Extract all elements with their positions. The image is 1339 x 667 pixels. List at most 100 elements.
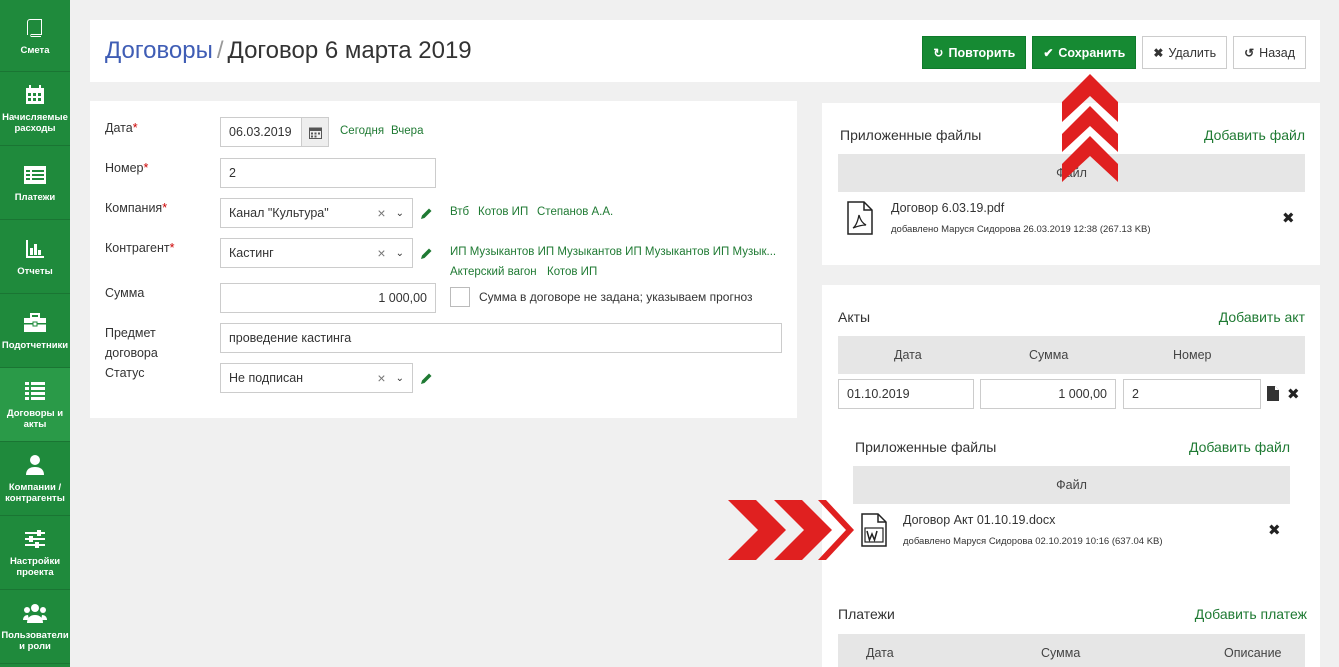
counterparty-quick-kotov[interactable]: Котов ИП — [547, 266, 597, 278]
file-row: Договор 6.03.19.pdf добавлено Маруся Сид… — [838, 193, 1305, 253]
repeat-button-label: Повторить — [948, 45, 1016, 60]
date-label: Дата* — [105, 121, 138, 135]
clear-icon[interactable]: × — [377, 370, 385, 386]
add-act-file-button[interactable]: Добавить файл — [1189, 439, 1290, 455]
acts-amount-column: Сумма — [1029, 348, 1069, 362]
list-table-icon — [23, 163, 47, 187]
file-icon[interactable] — [1267, 386, 1279, 404]
refresh-icon: ↻ — [933, 45, 944, 60]
subject-input[interactable]: проведение кастинга — [220, 323, 782, 353]
attached-files-title: Приложенные файлы — [840, 127, 982, 143]
file-meta: добавлено Маруся Сидорова 26.03.2019 12:… — [891, 224, 1151, 235]
sidebar-item-accrued-expenses[interactable]: Начисляемые расходы — [0, 72, 70, 146]
number-input[interactable]: 2 — [220, 158, 436, 188]
company-quick-kotov[interactable]: Котов ИП — [478, 206, 528, 218]
save-button[interactable]: ✔ Сохранить — [1032, 36, 1137, 69]
act-files-title: Приложенные файлы — [855, 439, 997, 455]
yesterday-link[interactable]: Вчера — [391, 125, 423, 137]
calendar-icon — [23, 83, 47, 107]
clear-icon[interactable]: × — [377, 245, 385, 261]
chevron-down-icon: ⌄ — [395, 372, 404, 384]
chevron-down-icon: ⌄ — [395, 247, 404, 259]
sidebar: Смета Начисляемые расходы Платежи Отчеты… — [0, 0, 70, 667]
page-title: Договоры / Договор 6 марта 2019 — [105, 37, 472, 65]
act-file-name[interactable]: Договор Акт 01.10.19.docx — [903, 513, 1055, 527]
delete-button-label: Удалить — [1168, 45, 1217, 60]
act-file-row: Договор Акт 01.10.19.docx добавлено Мару… — [853, 505, 1290, 565]
page-title-text: Договор 6 марта 2019 — [227, 37, 472, 64]
today-link[interactable]: Сегодня — [340, 125, 384, 137]
amount-input[interactable]: 1 000,00 — [220, 283, 436, 313]
pdf-file-icon[interactable] — [846, 201, 874, 238]
sidebar-item-reports[interactable]: Отчеты — [0, 220, 70, 294]
check-icon: ✔ — [1043, 45, 1054, 60]
sidebar-item-contracts[interactable]: Договоры и акты — [0, 368, 70, 442]
contract-form: Дата* 06.03.2019 Сегодня Вчера Номер* 2 … — [90, 101, 797, 418]
calendar-button[interactable] — [301, 117, 329, 147]
up-arrow-annotation — [1060, 72, 1120, 187]
forecast-checkbox[interactable] — [450, 287, 470, 307]
company-label: Компания* — [105, 201, 168, 215]
sidebar-item-label: Настройки проекта — [9, 556, 61, 578]
edit-company-icon[interactable] — [418, 205, 434, 221]
edit-counterparty-icon[interactable] — [418, 245, 434, 261]
acts-panel: Акты Добавить акт Дата Сумма Номер 01.10… — [822, 285, 1320, 585]
right-arrow-annotation — [726, 498, 856, 565]
sidebar-item-label: Компании / контрагенты — [5, 482, 65, 504]
counterparty-label: Контрагент* — [105, 241, 175, 255]
delete-act-icon[interactable]: ✖ — [1287, 385, 1300, 403]
repeat-button[interactable]: ↻ Повторить — [922, 36, 1027, 69]
sidebar-item-project-settings[interactable]: Настройки проекта — [0, 516, 70, 590]
delete-act-file-icon[interactable]: ✖ — [1268, 521, 1281, 539]
date-input[interactable]: 06.03.2019 — [220, 117, 304, 147]
calendar-icon — [308, 127, 322, 139]
status-select[interactable]: Не подписан × ⌄ — [220, 363, 413, 393]
word-file-icon[interactable] — [860, 513, 888, 550]
sidebar-item-label: Договоры и акты — [6, 408, 64, 430]
act-date-input[interactable]: 01.10.2019 — [838, 379, 974, 409]
users-group-icon — [23, 601, 47, 625]
act-file-meta: добавлено Маруся Сидорова 02.10.2019 10:… — [903, 536, 1163, 547]
breadcrumb-contracts[interactable]: Договоры — [105, 37, 213, 64]
list-icon — [23, 379, 47, 403]
book-icon — [23, 16, 47, 40]
add-file-button[interactable]: Добавить файл — [1204, 127, 1305, 143]
forecast-checkbox-label: Сумма в договоре не задана; указываем пр… — [479, 290, 753, 304]
back-button-label: Назад — [1259, 45, 1295, 60]
payments-title: Платежи — [838, 606, 895, 622]
company-quick-vtb[interactable]: Втб — [450, 206, 469, 218]
company-quick-stepanov[interactable]: Степанов А.А. — [537, 206, 613, 218]
act-amount-input[interactable]: 1 000,00 — [980, 379, 1116, 409]
number-label: Номер* — [105, 161, 149, 175]
sidebar-item-label: Смета — [20, 44, 50, 56]
counterparty-select[interactable]: Кастинг × ⌄ — [220, 238, 413, 268]
amount-label: Сумма — [105, 286, 145, 300]
act-number-input[interactable]: 2 — [1123, 379, 1261, 409]
edit-status-icon[interactable] — [418, 370, 434, 386]
clear-icon[interactable]: × — [377, 205, 385, 221]
delete-button[interactable]: ✖ Удалить — [1142, 36, 1228, 69]
file-name[interactable]: Договор 6.03.19.pdf — [891, 201, 1004, 215]
payments-amount-column: Сумма — [1041, 646, 1081, 660]
sidebar-item-label: Пользователи и роли — [1, 630, 69, 652]
sidebar-item-estimate[interactable]: Смета — [0, 0, 70, 72]
chevron-down-icon: ⌄ — [395, 207, 404, 219]
sidebar-item-label: Подотчетники — [1, 339, 69, 351]
add-payment-button[interactable]: Добавить платеж — [1195, 606, 1307, 622]
acts-date-column: Дата — [894, 348, 922, 362]
counterparty-quick-actor-wagon[interactable]: Актерский вагон — [450, 266, 537, 278]
sidebar-item-payments[interactable]: Платежи — [0, 146, 70, 220]
counterparty-quick-musicians[interactable]: ИП Музыкантов ИП Музыкантов ИП Музыканто… — [450, 246, 776, 258]
back-button[interactable]: ↺ Назад — [1233, 36, 1306, 69]
acts-number-column: Номер — [1173, 348, 1212, 362]
sidebar-item-users[interactable]: Пользователи и роли — [0, 590, 70, 664]
sidebar-item-label: Отчеты — [17, 265, 53, 277]
payments-description-column: Описание — [1224, 646, 1282, 660]
add-act-button[interactable]: Добавить акт — [1219, 309, 1305, 325]
company-select[interactable]: Канал "Культура" × ⌄ — [220, 198, 413, 228]
sidebar-item-accountable[interactable]: Подотчетники — [0, 294, 70, 368]
sidebar-item-companies[interactable]: Компании / контрагенты — [0, 442, 70, 516]
delete-file-icon[interactable]: ✖ — [1282, 209, 1295, 227]
payments-panel: Платежи Добавить платеж Дата Сумма Описа… — [822, 585, 1320, 667]
toolbar: ↻ Повторить ✔ Сохранить ✖ Удалить ↺ Назад — [922, 36, 1306, 69]
